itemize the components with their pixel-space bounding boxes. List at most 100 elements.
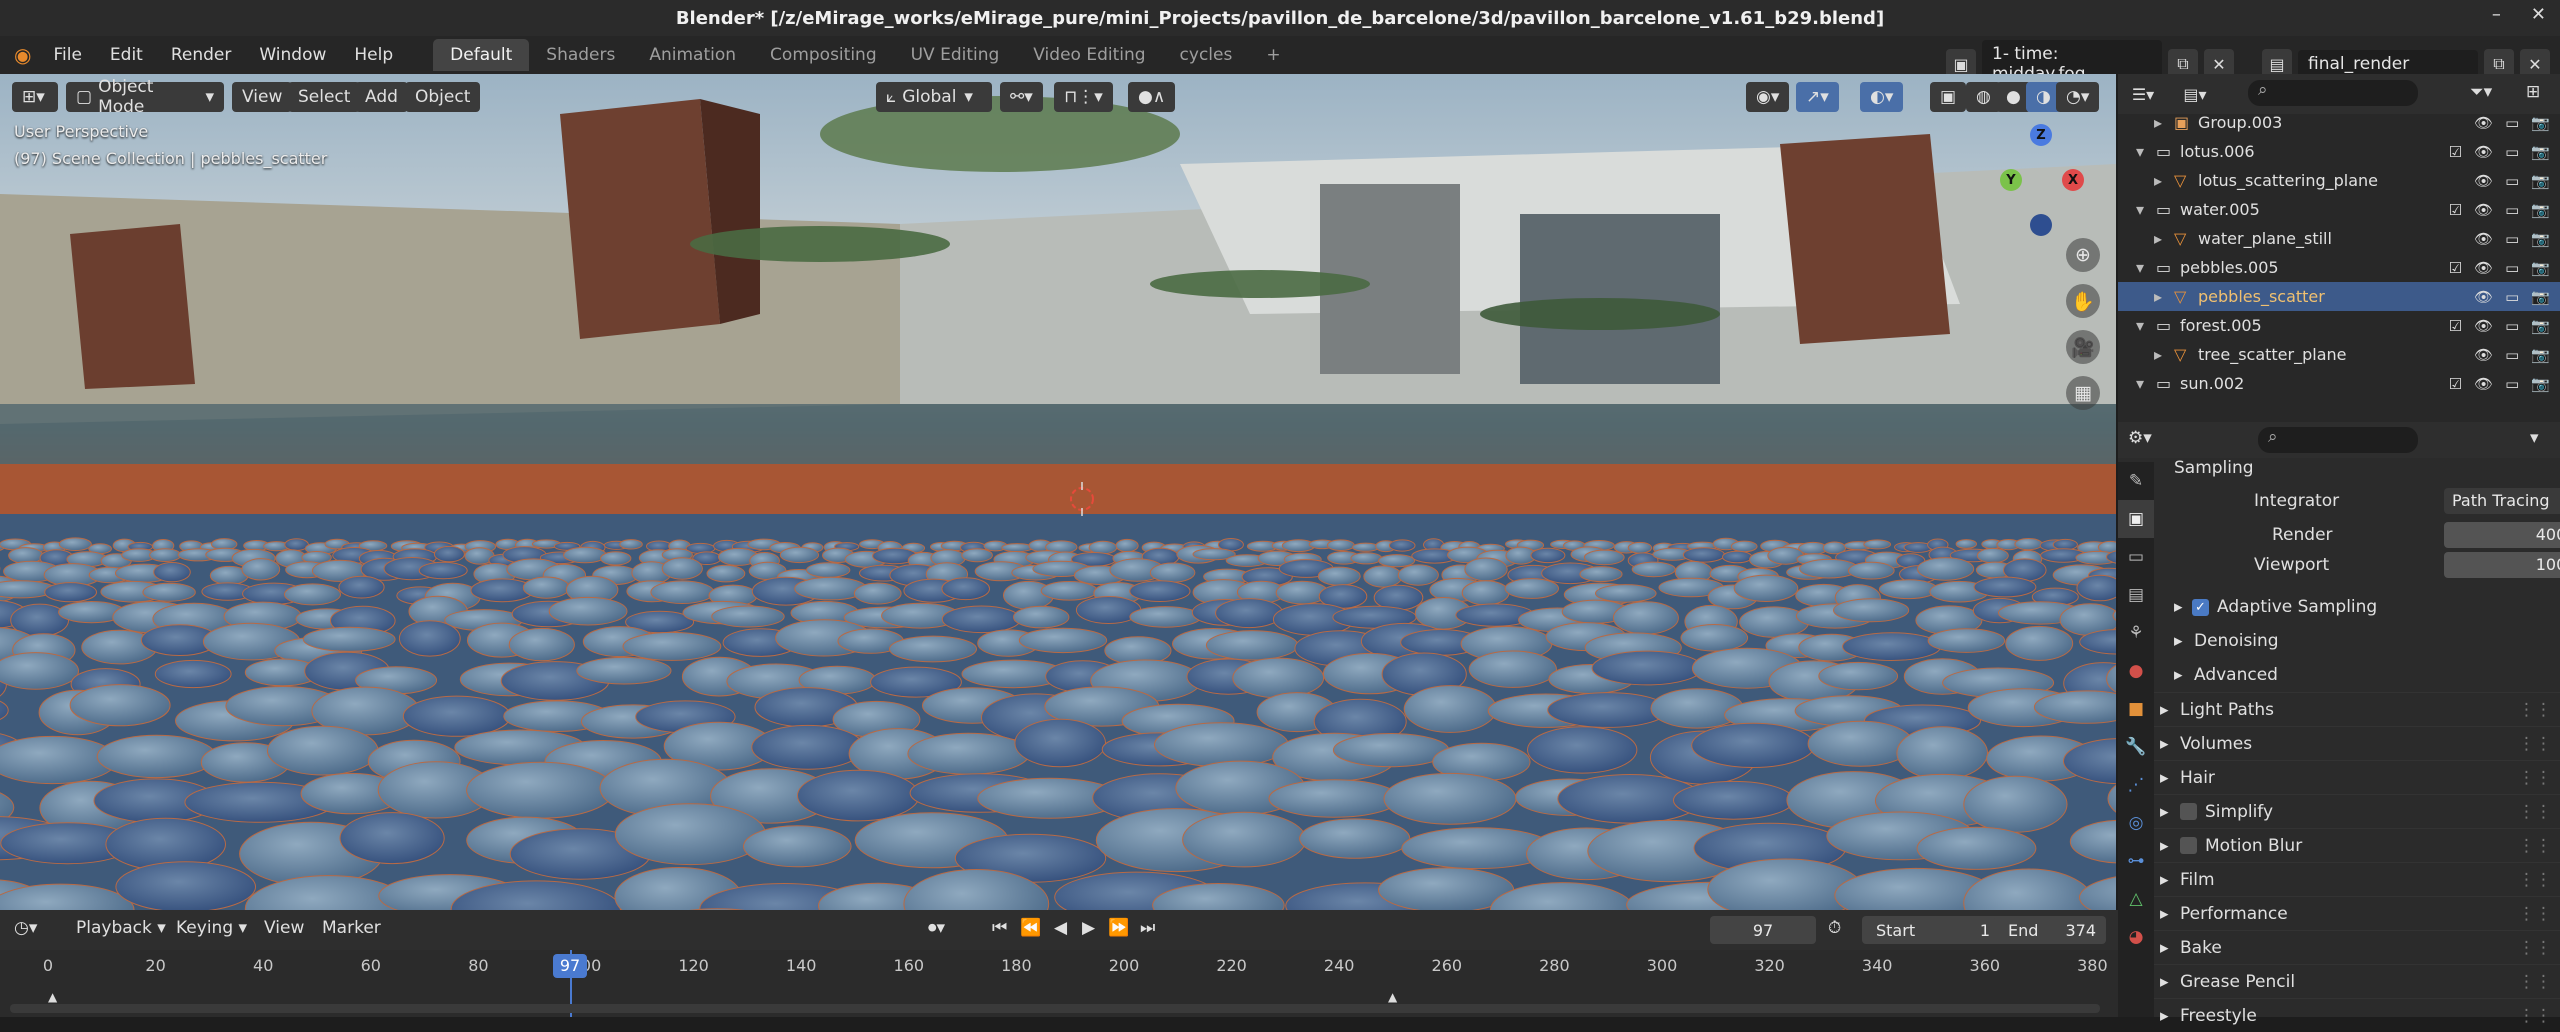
modifier-tab-icon[interactable]: 🔧 [2118,728,2154,766]
add-workspace-icon[interactable]: + [1249,39,1297,71]
properties-editor-icon[interactable]: ⚙▾ [2128,428,2152,448]
prev-keyframe-icon[interactable]: ⏪ [1020,918,1041,938]
zoom-icon[interactable]: ⊕ [2066,238,2100,272]
eye-icon[interactable]: 👁 [2474,143,2493,161]
camera-icon[interactable]: 📷 [2531,346,2550,364]
drag-handle-icon[interactable]: ⋮⋮ [2518,734,2552,754]
outliner-row-water-005[interactable]: ▾ ▭ water.005 ☑ 👁 ▭ 📷 [2118,195,2560,224]
view-menu[interactable]: View [264,918,304,938]
eye-icon[interactable]: 👁 [2474,288,2493,306]
panel-enable-checkbox[interactable] [2180,837,2197,854]
camera-icon[interactable]: 📷 [2531,317,2550,335]
camera-icon[interactable]: 📷 [2531,114,2550,132]
xray-icon[interactable]: ▣ [1930,82,1967,112]
panel-motion-blur[interactable]: ▸ Motion Blur ⋮⋮ [2154,828,2560,862]
camera-icon[interactable]: 📷 [2531,172,2550,190]
outliner-row-sun-002[interactable]: ▾ ▭ sun.002 ☑ 👁 ▭ 📷 [2118,369,2560,398]
outliner-row-lotus-scattering-plane[interactable]: ▸ ▽ lotus_scattering_plane 👁 ▭ 📷 [2118,166,2560,195]
integrator-dropdown[interactable]: Path Tracing ▾ [2444,488,2560,514]
eye-icon[interactable]: 👁 [2474,375,2493,393]
world-tab-icon[interactable]: ● [2118,652,2154,690]
data-tab-icon[interactable]: △ [2118,880,2154,918]
viewport-disable-icon[interactable]: ▭ [2505,259,2519,277]
panel-hair[interactable]: ▸ Hair ⋮⋮ [2154,760,2560,794]
menu-file[interactable]: File [39,45,95,65]
panel-freestyle[interactable]: ▸ Freestyle ⋮⋮ [2154,998,2560,1032]
panel-simplify[interactable]: ▸ Simplify ⋮⋮ [2154,794,2560,828]
blender-logo-icon[interactable]: ◉ [0,43,39,67]
disclosure-icon[interactable]: ▸ [2154,113,2162,132]
camera-icon[interactable]: 📷 [2531,259,2550,277]
outliner-row-pebbles-005[interactable]: ▾ ▭ pebbles.005 ☑ 👁 ▭ 📷 [2118,253,2560,282]
overlay-toggle-icon[interactable]: ◐▾ [1860,82,1904,112]
gizmo-toggle-icon[interactable]: ↗▾ [1796,82,1839,112]
keyframe-marker[interactable]: ▲ [1388,990,1397,1004]
tab-compositing[interactable]: Compositing [753,39,894,71]
panel-film[interactable]: ▸ Film ⋮⋮ [2154,862,2560,896]
disclosure-icon[interactable]: ▸ [2154,345,2162,364]
viewport-disable-icon[interactable]: ▭ [2505,230,2519,248]
outliner-row-group-003[interactable]: ▸ ▣ Group.003 👁 ▭ 📷 [2118,108,2560,137]
timeline-editor-icon[interactable]: ◷▾ [14,918,37,938]
drag-handle-icon[interactable]: ⋮⋮ [2518,768,2552,788]
camera-view-icon[interactable]: 🎥 [2066,330,2100,364]
jump-end-icon[interactable]: ⏭ [1140,918,1155,938]
menu-render[interactable]: Render [157,45,246,65]
pan-hand-icon[interactable]: ✋ [2066,284,2100,318]
output-tab-icon[interactable]: ▭ [2118,538,2154,576]
outliner-editor-icon[interactable]: ☰▾ [2128,79,2158,109]
viewport-samples-field[interactable]: 100 [2444,552,2560,578]
next-keyframe-icon[interactable]: ⏩ [1108,918,1129,938]
eye-icon[interactable]: 👁 [2474,114,2493,132]
snap-icon[interactable]: ⊓⋮▾ [1054,82,1113,112]
drag-handle-icon[interactable]: ⋮⋮ [2518,1006,2552,1026]
adaptive-sampling-checkbox[interactable]: ✓ [2192,598,2209,616]
render-samples-field[interactable]: 400 [2444,522,2560,548]
exclude-checkbox-icon[interactable]: ☑ [2449,259,2462,277]
eye-icon[interactable]: 👁 [2474,346,2493,364]
jump-start-icon[interactable]: ⏮ [992,918,1007,938]
eye-icon[interactable]: 👁 [2474,172,2493,190]
viewport-disable-icon[interactable]: ▭ [2505,114,2519,132]
proportional-edit-icon[interactable]: ●∧ [1128,82,1176,112]
start-frame-field[interactable]: Start 1 [1862,916,2004,944]
viewport-disable-icon[interactable]: ▭ [2505,375,2519,393]
add-menu[interactable]: Add [355,82,408,112]
drag-handle-icon[interactable]: ⋮⋮ [2518,802,2552,822]
playhead-frame-badge[interactable]: 97 [553,954,587,978]
menu-edit[interactable]: Edit [96,45,157,65]
view-menu[interactable]: View [232,82,293,112]
physics-tab-icon[interactable]: ◎ [2118,804,2154,842]
transform-orientation-dropdown[interactable]: ⟀ Global ▾ [876,82,992,112]
axis-neg-z-icon[interactable] [2030,214,2052,236]
marker-menu[interactable]: Marker [322,918,381,938]
exclude-checkbox-icon[interactable]: ☑ [2449,317,2462,335]
panel-light-paths[interactable]: ▸ Light Paths ⋮⋮ [2154,692,2560,726]
select-menu[interactable]: Select [288,82,361,112]
axis-x-icon[interactable]: X [2062,169,2084,191]
advanced-subpanel[interactable]: ▸ Advanced [2154,658,2560,692]
denoising-subpanel[interactable]: ▸ Denoising [2154,624,2560,658]
outliner-row-tree-scatter-plane[interactable]: ▸ ▽ tree_scatter_plane 👁 ▭ 📷 [2118,340,2560,369]
filter-icon[interactable]: ⏷▾ [2470,82,2492,102]
viewport-disable-icon[interactable]: ▭ [2505,317,2519,335]
properties-search-input[interactable]: ⌕ [2258,427,2418,453]
tab-video-editing[interactable]: Video Editing [1016,39,1162,71]
mode-dropdown[interactable]: ▢ Object Mode ▾ [66,77,224,117]
exclude-checkbox-icon[interactable]: ☑ [2449,201,2462,219]
keying-menu[interactable]: Keying ▾ [176,918,247,938]
camera-icon[interactable]: 📷 [2531,201,2550,219]
keyframe-marker[interactable]: ▲ [48,990,57,1004]
disclosure-icon[interactable]: ▾ [2136,142,2144,161]
outliner-row-lotus-006[interactable]: ▾ ▭ lotus.006 ☑ 👁 ▭ 📷 [2118,137,2560,166]
panel-volumes[interactable]: ▸ Volumes ⋮⋮ [2154,726,2560,760]
viewport-disable-icon[interactable]: ▭ [2505,346,2519,364]
disclosure-icon[interactable]: ▾ [2136,200,2144,219]
playback-menu[interactable]: Playback ▾ [76,918,166,938]
camera-icon[interactable]: 📷 [2531,143,2550,161]
outliner-search-input[interactable]: ⌕ [2248,80,2418,106]
disclosure-icon[interactable]: ▾ [2136,316,2144,335]
editor-type-button[interactable]: ⊞▾ [12,82,58,112]
tab-shaders[interactable]: Shaders [529,39,632,71]
scene-tab-icon[interactable]: ⚘ [2118,614,2154,652]
